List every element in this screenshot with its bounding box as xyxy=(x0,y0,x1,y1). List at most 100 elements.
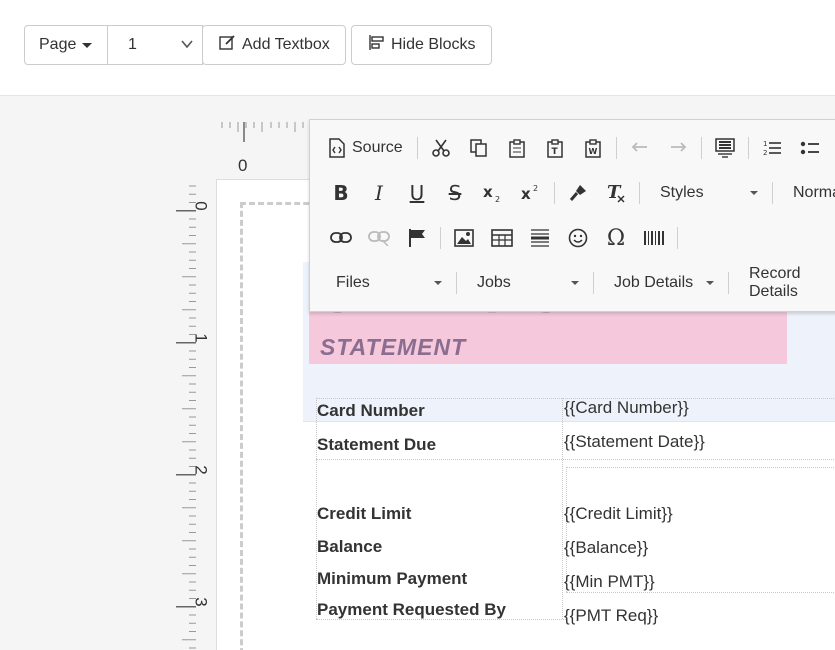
banner-subtitle: STATEMENT xyxy=(320,334,467,360)
chevron-down-icon xyxy=(180,37,194,56)
job-details-dropdown[interactable]: Job Details xyxy=(598,266,724,300)
add-textbox-button[interactable]: Add Textbox xyxy=(202,25,346,65)
anchor-flag-icon[interactable] xyxy=(398,221,436,255)
record-details-label: Record Details xyxy=(749,265,801,300)
caret-down-icon xyxy=(82,42,93,48)
caret-down-icon xyxy=(434,281,442,285)
bold-icon[interactable]: B xyxy=(322,176,360,210)
toolbar-separator xyxy=(615,137,617,159)
subscript-icon[interactable]: x2 xyxy=(474,176,512,210)
numbered-list-icon[interactable]: 12 xyxy=(753,131,791,165)
row-value-pmt-req: {{PMT Req}} xyxy=(564,606,659,625)
template-icon[interactable] xyxy=(706,131,744,165)
add-textbox-label: Add Textbox xyxy=(242,36,330,53)
remove-format-icon[interactable]: T xyxy=(597,176,635,210)
source-icon xyxy=(328,138,346,158)
styles-dropdown[interactable]: Styles xyxy=(644,176,768,210)
row-value-credit-limit: {{Credit Limit}} xyxy=(564,504,673,523)
page-number-select[interactable]: 1 xyxy=(107,25,203,65)
styles-label: Styles xyxy=(660,184,704,201)
hide-blocks-label: Hide Blocks xyxy=(391,36,476,53)
row-label-statement-due: Statement Due xyxy=(317,435,437,454)
table-gridline xyxy=(316,459,835,460)
align-icon xyxy=(368,34,385,56)
toolbar-row-3: Ω xyxy=(310,218,682,258)
row-value-card-number: {{Card Number}} xyxy=(564,398,689,417)
format-painter-icon[interactable] xyxy=(559,176,597,210)
rich-text-editor-toolbar: Source T W 12 B I U S x 2 x 2 T Styles N… xyxy=(309,119,835,312)
left-ruler-mark-1: 1 xyxy=(191,333,211,343)
undo-icon[interactable] xyxy=(621,131,659,165)
row-value-balance: {{Balance}} xyxy=(564,538,649,557)
source-button[interactable]: Source xyxy=(310,131,413,165)
svg-text:1: 1 xyxy=(763,140,767,148)
redo-icon[interactable] xyxy=(659,131,697,165)
toolbar-separator xyxy=(593,272,594,294)
format-label: Normal xyxy=(793,184,835,201)
svg-text:x: x xyxy=(521,185,531,203)
caret-down-icon xyxy=(706,281,714,285)
toolbar-row-2: B I U S x2 x2 T Styles Normal xyxy=(310,173,835,213)
toolbar-separator xyxy=(677,227,678,249)
strikethrough-icon[interactable]: S xyxy=(436,176,474,210)
edit-icon xyxy=(219,34,236,56)
row-label-payment-requested-by: Payment Requested By xyxy=(317,600,506,619)
paste-word-icon[interactable]: W xyxy=(574,131,612,165)
toolbar-separator xyxy=(747,137,749,159)
toolbar-separator xyxy=(456,272,457,294)
image-icon[interactable] xyxy=(445,221,483,255)
hide-blocks-button[interactable]: Hide Blocks xyxy=(351,25,492,65)
top-toolbar: Page 1 Add Textbox Hide Blocks xyxy=(0,0,835,96)
bulleted-list-icon[interactable] xyxy=(791,131,829,165)
table-icon[interactable] xyxy=(483,221,521,255)
toolbar-separator xyxy=(728,272,729,294)
table-gridline xyxy=(562,398,563,619)
svg-text:W: W xyxy=(588,147,597,156)
row-value-statement-date: {{Statement Date}} xyxy=(564,432,705,451)
table-gridline xyxy=(566,467,835,468)
record-details-dropdown[interactable]: Record Details xyxy=(733,265,835,300)
table-gridline xyxy=(566,592,835,593)
horizontal-rule-icon[interactable] xyxy=(521,221,559,255)
left-ruler xyxy=(176,185,196,649)
source-label: Source xyxy=(352,139,403,156)
toolbar-separator xyxy=(700,137,702,159)
toolbar-separator xyxy=(554,182,555,204)
link-icon[interactable] xyxy=(322,221,360,255)
left-ruler-mark-3: 3 xyxy=(191,597,211,607)
toolbar-row-1: Source T W 12 xyxy=(310,128,829,168)
page-dropdown-button[interactable]: Page xyxy=(24,25,108,65)
paste-icon[interactable] xyxy=(498,131,536,165)
copy-icon[interactable] xyxy=(460,131,498,165)
toolbar-separator xyxy=(416,137,418,159)
toolbar-separator xyxy=(440,227,441,249)
italic-icon[interactable]: I xyxy=(360,176,398,210)
row-label-credit-limit: Credit Limit xyxy=(317,504,412,523)
files-dropdown[interactable]: Files xyxy=(310,266,452,300)
smiley-icon[interactable] xyxy=(559,221,597,255)
jobs-label: Jobs xyxy=(477,274,511,291)
svg-text:2: 2 xyxy=(533,184,538,193)
special-character-icon[interactable]: Ω xyxy=(597,221,635,255)
underline-icon[interactable]: U xyxy=(398,176,436,210)
paste-text-icon[interactable]: T xyxy=(536,131,574,165)
row-label-card-number: Card Number xyxy=(317,401,425,420)
unlink-icon[interactable] xyxy=(360,221,398,255)
svg-text:x: x xyxy=(483,183,493,201)
svg-text:2: 2 xyxy=(495,195,500,203)
cut-icon[interactable] xyxy=(422,131,460,165)
files-label: Files xyxy=(336,274,370,291)
caret-down-icon xyxy=(571,281,579,285)
job-details-label: Job Details xyxy=(614,274,694,291)
page-number-value: 1 xyxy=(128,36,137,53)
superscript-icon[interactable]: x2 xyxy=(512,176,550,210)
top-ruler xyxy=(221,122,304,142)
left-ruler-mark-2: 2 xyxy=(191,465,211,475)
toolbar-separator xyxy=(639,182,640,204)
row-label-balance: Balance xyxy=(317,537,383,556)
svg-text:2: 2 xyxy=(763,149,767,157)
barcode-icon[interactable] xyxy=(635,221,673,255)
jobs-dropdown[interactable]: Jobs xyxy=(461,266,589,300)
format-dropdown[interactable]: Normal xyxy=(777,176,835,210)
top-ruler-zero: 0 xyxy=(238,156,248,175)
